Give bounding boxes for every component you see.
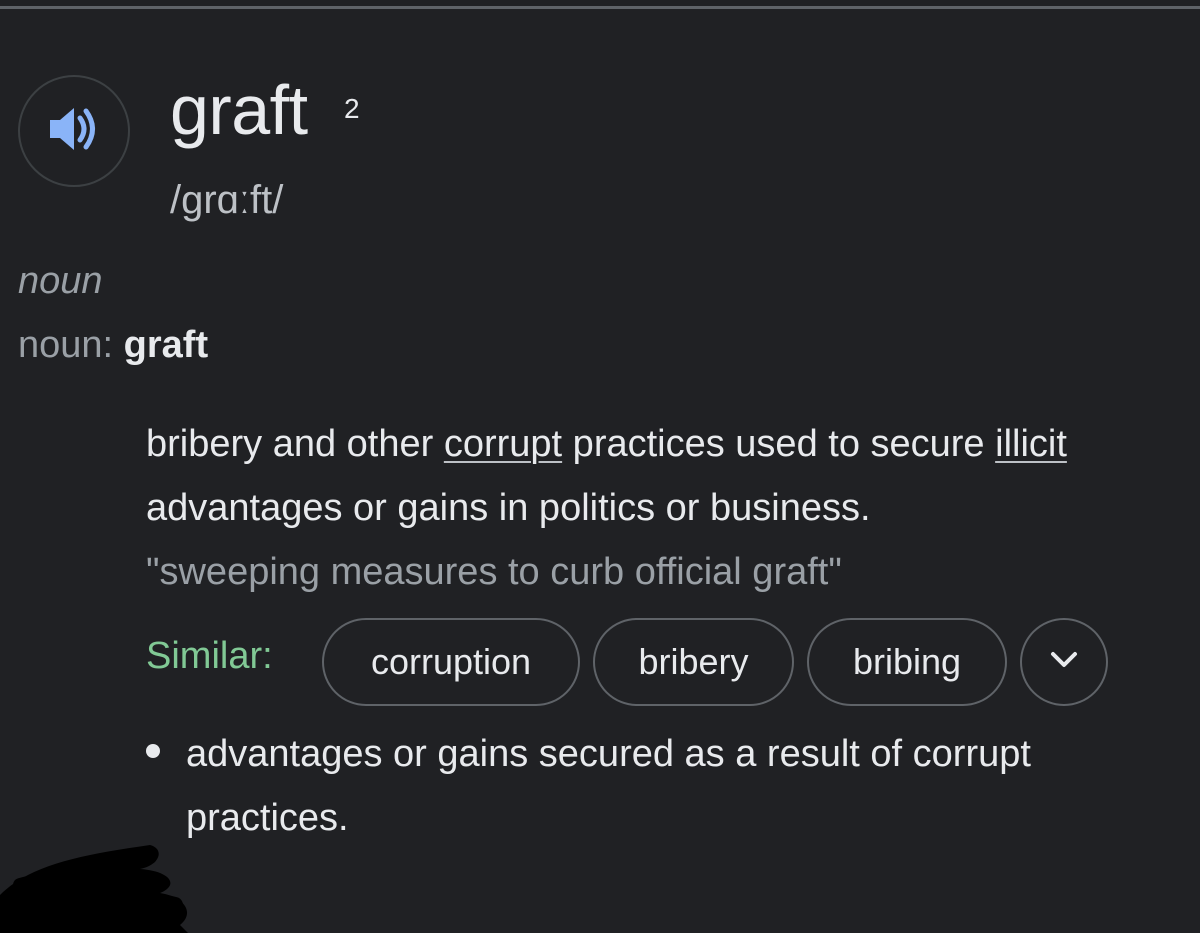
- pronunciation: /grɑːft/: [170, 178, 284, 222]
- pos-label: noun:: [18, 324, 114, 366]
- redaction-scribble: [0, 845, 188, 933]
- definition-part: practices used to secure: [562, 423, 996, 465]
- top-divider: [0, 6, 1200, 9]
- expand-similar-button[interactable]: [1020, 618, 1108, 706]
- definition-part: advantages or gains in politics or busin…: [146, 487, 871, 529]
- part-of-speech-heading: noun: [18, 260, 103, 302]
- homograph-number: 2: [344, 93, 360, 124]
- example-sentence: "sweeping measures to curb official graf…: [146, 551, 842, 593]
- similar-label: Similar:: [146, 635, 273, 677]
- part-of-speech-line: noun: graft: [18, 324, 208, 367]
- link-illicit[interactable]: illicit: [995, 423, 1067, 465]
- similar-chip-corruption[interactable]: corruption: [322, 618, 580, 706]
- pos-word: graft: [123, 324, 209, 366]
- similar-chip-bribing[interactable]: bribing: [807, 618, 1007, 706]
- pronunciation-audio-button[interactable]: [18, 75, 130, 187]
- definition-part: bribery and other: [146, 423, 444, 465]
- similar-chip-bribery[interactable]: bribery: [593, 618, 794, 706]
- bullet-icon: [146, 744, 160, 758]
- headword: graft: [170, 71, 308, 149]
- chevron-down-icon: [1050, 651, 1078, 674]
- definition-text: bribery and other corrupt practices used…: [146, 412, 1176, 540]
- speaker-icon: [46, 104, 102, 159]
- link-corrupt[interactable]: corrupt: [444, 423, 562, 465]
- secondary-sense-text: advantages or gains secured as a result …: [186, 733, 1031, 839]
